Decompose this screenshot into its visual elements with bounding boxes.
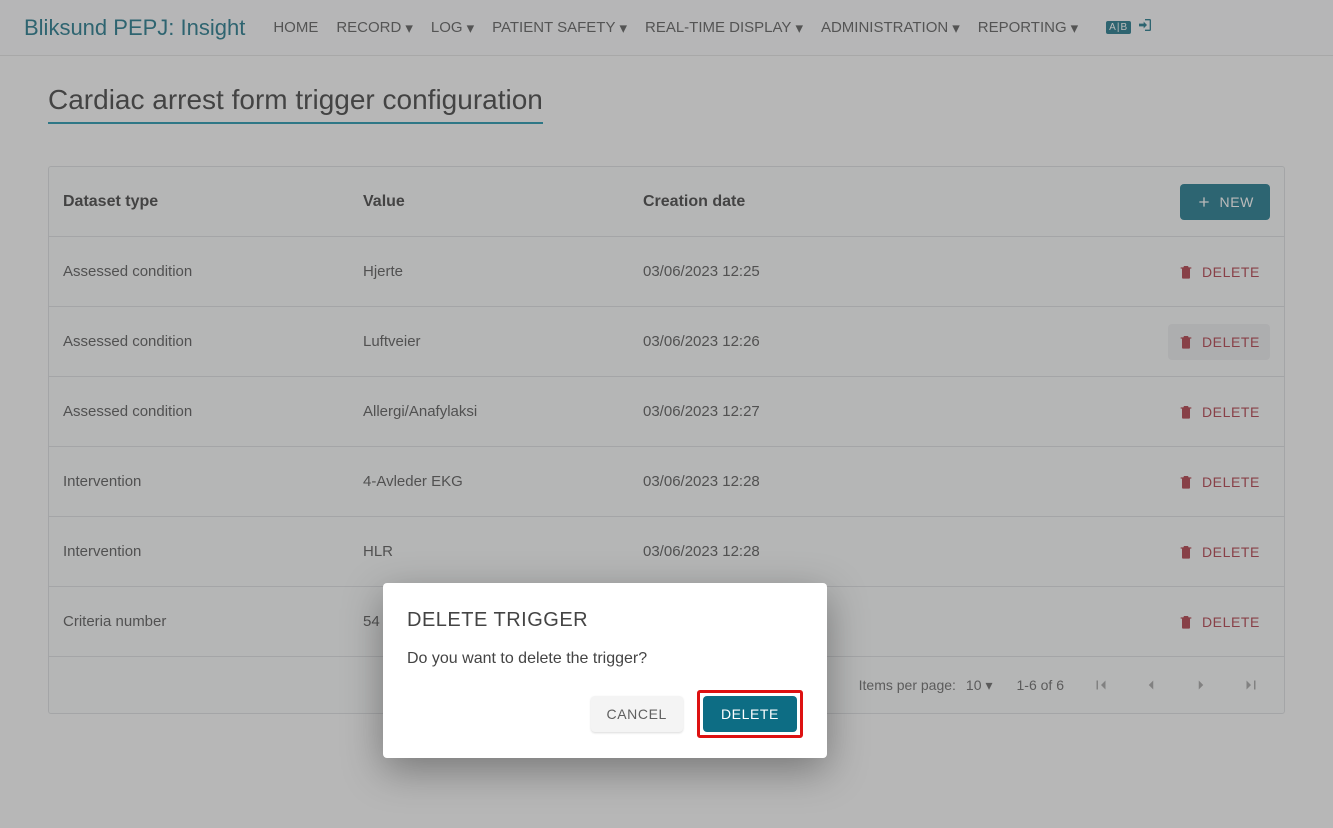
confirm-highlight: DELETE [697, 690, 803, 738]
cancel-button[interactable]: CANCEL [591, 696, 683, 732]
dialog-body: Do you want to delete the trigger? [407, 650, 803, 668]
dialog-actions: CANCEL DELETE [407, 690, 803, 738]
delete-trigger-dialog: DELETE TRIGGER Do you want to delete the… [383, 583, 827, 758]
dialog-title: DELETE TRIGGER [407, 609, 803, 632]
confirm-delete-button[interactable]: DELETE [703, 696, 797, 732]
